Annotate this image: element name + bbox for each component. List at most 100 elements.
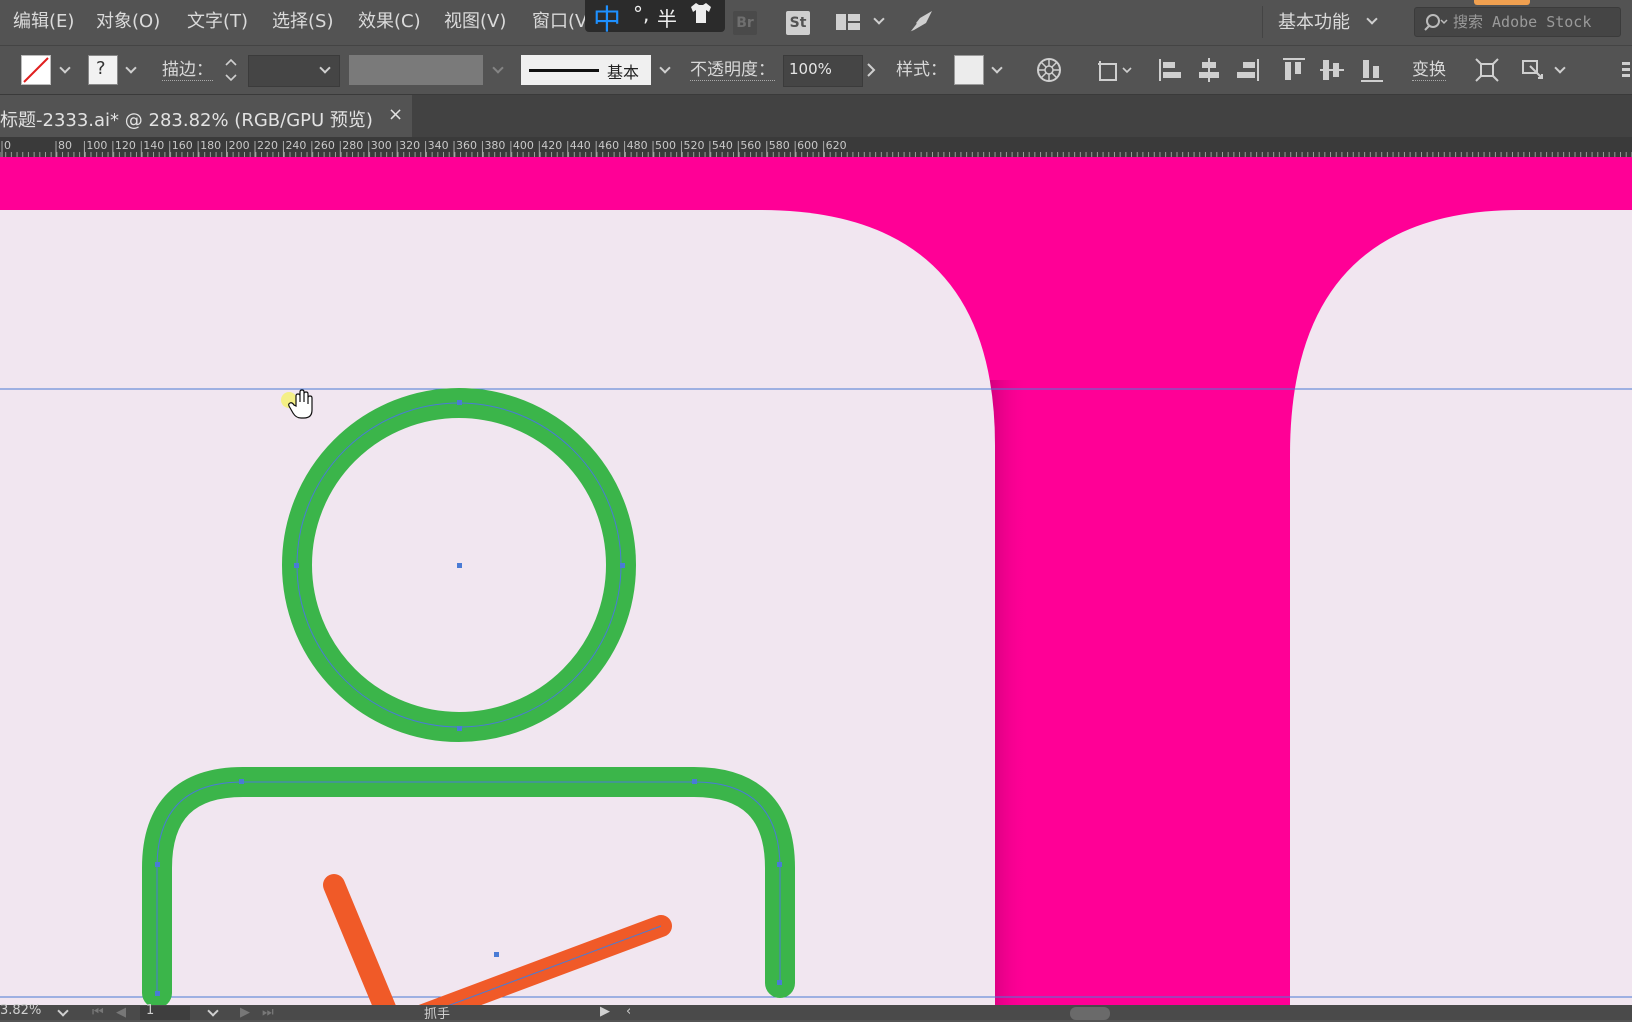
workspace-switcher[interactable]: 基本功能 [1278,8,1350,34]
arrange-documents-icon[interactable] [835,12,863,37]
brush-profile-label: 基本 [607,63,640,82]
scroll-left-icon[interactable]: ‹ [626,1004,631,1019]
search-icon [1423,13,1449,36]
panel-menu-icon[interactable] [1620,58,1632,85]
icon-card-right[interactable] [1290,210,1632,1005]
bridge-button[interactable]: Br [733,11,757,35]
ruler-label: 280 [342,139,363,152]
canvas[interactable] [0,157,1632,1005]
menu-select[interactable]: 选择(S) [272,9,333,35]
chevron-down-icon[interactable] [126,64,136,74]
chevron-down-icon[interactable] [58,1007,68,1017]
align-top-icon[interactable] [1280,56,1308,89]
chevron-down-icon [493,64,503,74]
anchor-point [692,779,697,784]
ruler-label: 320 [399,139,420,152]
first-artboard-icon[interactable]: ⏮ [92,1005,104,1020]
ruler-label: 240 [285,139,306,152]
opacity-field[interactable]: 100% [783,55,863,87]
isolate-selected-icon[interactable] [1473,56,1501,89]
search-placeholder: 搜索 Adobe Stock [1453,13,1592,31]
artboard-number: 1 [146,1003,155,1018]
transform-reference-icon[interactable] [1095,56,1135,89]
ruler-label: 620 [826,139,847,152]
ime-punct[interactable]: °, [633,2,649,26]
brush-definition[interactable]: 基本 [521,55,651,85]
align-left-icon[interactable] [1157,56,1183,89]
menu-edit[interactable]: 编辑(E) [13,9,74,35]
chevron-down-icon[interactable] [320,64,330,74]
chevron-right-icon[interactable] [864,59,878,86]
chevron-down-icon[interactable] [208,1007,218,1017]
menu-window[interactable]: 窗口(V [532,9,587,35]
document-tab-bar: 未标题-2333.ai* @ 283.82% (RGB/GPU 预览) × [0,95,1632,137]
status-menu-icon[interactable]: ▶ [600,1004,610,1019]
anchor-point [155,991,160,996]
ruler-label: 0 [4,139,11,152]
align-horizontal-center-icon[interactable] [1196,56,1222,89]
stroke-line-preview [529,69,599,72]
chevron-down-icon[interactable] [1367,15,1377,25]
opacity-label[interactable]: 不透明度： [690,60,775,81]
ime-skin-icon[interactable] [689,2,713,29]
artboard-number-field[interactable]: 1 [140,1003,190,1020]
menu-effect[interactable]: 效果(C) [358,9,421,35]
menu-type[interactable]: 文字(T) [187,9,248,35]
align-vertical-center-icon[interactable] [1318,56,1346,89]
ruler-label: 560 [740,139,761,152]
ruler-label: 580 [769,139,790,152]
current-tool-label: 抓手 [424,1007,451,1022]
ruler-label: 380 [484,139,505,152]
ime-toolbar[interactable]: 中 °, 半 [585,0,725,36]
ruler-label: 100 [86,139,107,152]
menu-view[interactable]: 视图(V) [444,9,506,35]
variable-width-profile[interactable] [349,55,483,85]
style-label: 样式： [896,60,947,80]
recolor-artwork-icon[interactable] [1035,56,1063,89]
stroke-label[interactable]: 描边： [162,60,213,81]
puppet-warp-icon[interactable] [1520,56,1548,89]
graphic-style-swatch[interactable] [954,55,984,85]
next-artboard-icon[interactable]: ▶ [240,1005,250,1020]
horizontal-scrollbar-thumb[interactable] [1070,1007,1110,1020]
ruler-label: 300 [371,139,392,152]
close-icon[interactable]: × [388,104,403,125]
ruler-label: 220 [257,139,278,152]
align-bottom-icon[interactable] [1358,56,1386,89]
chevron-down-icon[interactable] [1555,64,1565,74]
gpu-performance-icon[interactable] [906,8,936,41]
ruler-label: 400 [513,139,534,152]
ruler-label: 360 [456,139,477,152]
transform-link[interactable]: 变换 [1412,60,1446,81]
previous-artboard-icon[interactable]: ◀ [116,1005,126,1020]
ime-width[interactable]: 半 [657,3,677,32]
document-tab[interactable]: 未标题-2333.ai* @ 283.82% (RGB/GPU 预览) × [0,95,412,137]
ruler-label: 160 [172,139,193,152]
stock-button[interactable]: St [786,11,810,35]
stroke-swatch[interactable]: ? [88,55,118,85]
horizontal-ruler[interactable]: 0 80 100 120 140 160 180 200 220 240 260 280 300 320 3… [0,137,1632,158]
ruler-label: 460 [598,139,619,152]
opacity-value: 100% [789,60,832,78]
chevron-down-icon[interactable] [660,64,670,74]
chevron-down-icon[interactable] [60,64,70,74]
chevron-down-icon[interactable] [874,15,884,25]
align-right-icon[interactable] [1235,56,1261,89]
fill-swatch[interactable] [21,55,51,85]
anchor-point [777,862,782,867]
ruler-label: 500 [655,139,676,152]
last-artboard-icon[interactable]: ⏭ [262,1005,274,1020]
anchor-point [457,726,462,731]
center-point [457,563,462,568]
ruler-label: 260 [314,139,335,152]
stock-search-field[interactable]: 搜索 Adobe Stock [1414,7,1621,37]
anchor-point [777,980,782,985]
anchor-point [239,779,244,784]
menu-object[interactable]: 对象(O) [96,9,160,35]
zoom-level[interactable]: 3.82% [0,1003,41,1018]
anchor-point [155,862,160,867]
ime-mode[interactable]: 中 [593,0,621,38]
status-bar: 3.82% ⏮ ◀ 1 ▶ ⏭ 抓手 ▶ ‹ [0,1003,1632,1022]
stroke-weight-stepper[interactable] [224,56,238,89]
chevron-down-icon[interactable] [992,64,1002,74]
